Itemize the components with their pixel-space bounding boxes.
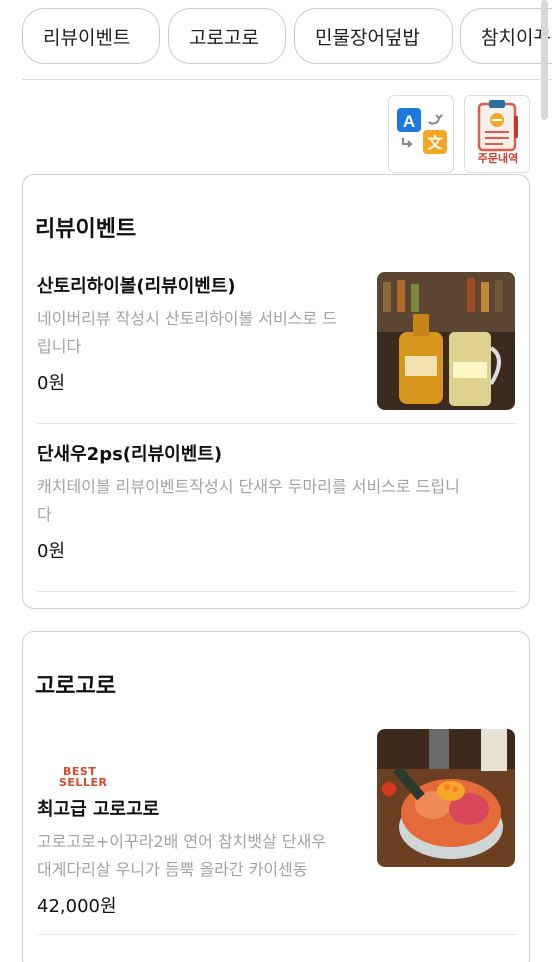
item-price: 0원 <box>37 541 66 562</box>
item-description-line: 립니다 <box>37 337 82 356</box>
item-divider <box>37 423 517 424</box>
order-history-button[interactable]: 주문내역 <box>464 95 530 173</box>
item-description-line: 다 <box>37 505 52 524</box>
section-title: 리뷰이벤트 <box>35 217 137 242</box>
item-description-line: 네이버리뷰 작성시 산토리하이볼 서비스로 드 <box>37 309 338 328</box>
kaisendon-photo[interactable] <box>377 729 515 867</box>
category-tab-eel-rice-bowl[interactable]: 민물장어덮밥 <box>294 8 453 64</box>
clipboard-icon <box>477 100 518 152</box>
item-description-line: 캐치테이블 리뷰이벤트작성시 단새우 두마리를 서비스로 드립니 <box>37 477 460 496</box>
item-description: 고로고로+이꾸라2배 연어 참치뱃살 단새우 대게다리살 우니가 듬뿍 올라간 … <box>37 828 377 884</box>
translate-glyph-a: A <box>403 112 415 131</box>
item-description: 네이버리뷰 작성시 산토리하이볼 서비스로 드 립니다 <box>37 305 377 361</box>
category-tab-bar: 리뷰이벤트 고로고로 민물장어덮밥 참치이꾸 <box>22 8 552 66</box>
item-divider <box>37 934 517 935</box>
order-history-label: 주문내역 <box>477 152 519 165</box>
divider <box>22 79 552 80</box>
item-divider <box>37 591 517 592</box>
category-tab-tuna[interactable]: 참치이꾸 <box>460 8 552 64</box>
item-name: 단새우2ps(리뷰이벤트) <box>37 444 223 465</box>
item-price: 42,000원 <box>37 896 117 917</box>
item-description-line: 대게다리살 우니가 듬뿍 올라간 카이센동 <box>37 860 308 879</box>
item-description-line: 고로고로+이꾸라2배 연어 참치뱃살 단새우 <box>37 832 327 851</box>
menu-section-gorogoro: 고로고로 BEST SELLER 최고급 고로고로 고로고로+이꾸라2배 연어 … <box>22 631 530 962</box>
section-title: 고로고로 <box>35 674 116 699</box>
item-description: 캐치테이블 리뷰이벤트작성시 단새우 두마리를 서비스로 드립니 다 <box>37 473 519 529</box>
translate-button[interactable]: A 文 <box>388 95 454 173</box>
category-tab-review-event[interactable]: 리뷰이벤트 <box>22 8 160 64</box>
menu-item-sweet-shrimp[interactable]: 단새우2ps(리뷰이벤트) 캐치테이블 리뷰이벤트작성시 단새우 두마리를 서비… <box>37 443 519 563</box>
highball-photo[interactable] <box>377 272 515 410</box>
translate-icon: A 文 <box>397 108 447 154</box>
translate-glyph-b: 文 <box>427 134 443 152</box>
scrollbar-thumb[interactable] <box>541 0 548 120</box>
menu-section-review-event: 리뷰이벤트 산토리하이볼(리뷰이벤트) 네이버리뷰 작성시 산토리하이볼 서비스… <box>22 174 530 609</box>
category-tab-gorogoro[interactable]: 고로고로 <box>168 8 286 64</box>
